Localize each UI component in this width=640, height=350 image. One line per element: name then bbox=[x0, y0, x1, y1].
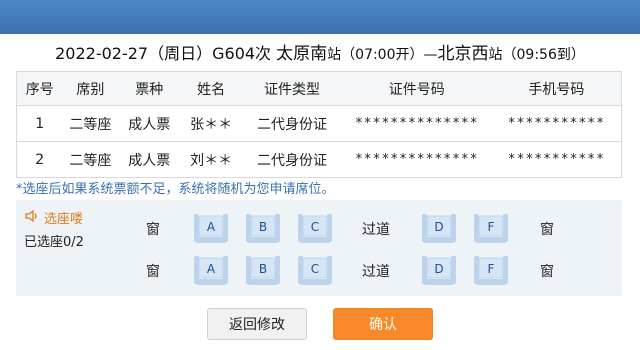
seat-d-button[interactable]: D bbox=[420, 255, 458, 287]
train-date: 2022-02-27（周日）G604次 bbox=[55, 44, 272, 63]
confirm-button[interactable]: 确认 bbox=[333, 308, 433, 340]
seat-a-button[interactable]: A bbox=[192, 255, 230, 287]
speaker-icon bbox=[24, 209, 40, 227]
seat-selection-heading: 选座喽 bbox=[24, 208, 83, 227]
window-label: 窗 bbox=[146, 222, 160, 238]
seat-row-1: 窗 A B C 过道 D F 窗 bbox=[136, 211, 616, 245]
from-time: 站（07:00开）— bbox=[327, 47, 438, 63]
cell-index: 1 bbox=[35, 115, 45, 132]
seat-letter: B bbox=[258, 262, 268, 276]
cell-class: 二等座 bbox=[69, 152, 112, 169]
seat-f-button[interactable]: F bbox=[472, 213, 510, 245]
col-header-ticket-type: 票种 bbox=[135, 81, 164, 98]
back-modify-button[interactable]: 返回修改 bbox=[207, 308, 307, 340]
seat-f-button[interactable]: F bbox=[472, 255, 510, 287]
aisle-label: 过道 bbox=[362, 222, 390, 238]
cell-ticket-type: 成人票 bbox=[128, 152, 171, 169]
seat-letter: D bbox=[434, 262, 444, 276]
cell-phone: *********** bbox=[507, 116, 605, 131]
cell-class: 二等座 bbox=[69, 116, 112, 133]
cell-phone: *********** bbox=[507, 152, 605, 167]
col-header-id-number: 证件号码 bbox=[388, 81, 445, 98]
cell-name: 张＊＊ bbox=[190, 116, 233, 133]
seat-letter: F bbox=[487, 262, 495, 276]
seat-letter: B bbox=[258, 220, 268, 234]
to-time: 站（09:56到） bbox=[488, 47, 585, 63]
seat-letter: C bbox=[310, 262, 320, 276]
cell-id-number: ************** bbox=[354, 116, 479, 131]
seat-letter: F bbox=[487, 220, 495, 234]
top-banner bbox=[0, 0, 640, 34]
seat-c-button[interactable]: C bbox=[296, 255, 334, 287]
seat-d-button[interactable]: D bbox=[420, 213, 458, 245]
seat-letter: A bbox=[206, 262, 216, 276]
window-label: 窗 bbox=[540, 264, 554, 280]
col-header-name: 姓名 bbox=[197, 81, 226, 98]
col-header-phone: 手机号码 bbox=[528, 81, 585, 98]
train-info: 2022-02-27（周日）G604次 太原南站（07:00开）—北京西站（09… bbox=[0, 40, 640, 68]
to-station: 北京西 bbox=[437, 44, 489, 64]
passenger-table: 序号 席别 票种 姓名 证件类型 证件号码 手机号码 1 二等座 成人票 张＊＊… bbox=[16, 71, 622, 178]
window-label: 窗 bbox=[540, 222, 554, 238]
from-station: 太原南 bbox=[276, 44, 328, 64]
cell-index: 2 bbox=[35, 151, 45, 168]
seat-letter: A bbox=[206, 220, 216, 234]
seat-a-button[interactable]: A bbox=[192, 213, 230, 245]
window-label: 窗 bbox=[146, 264, 160, 280]
seat-letter: D bbox=[434, 220, 444, 234]
col-header-class: 席别 bbox=[76, 81, 105, 98]
col-header-id-type: 证件类型 bbox=[263, 81, 320, 98]
cell-name: 刘＊＊ bbox=[190, 152, 233, 169]
cell-id-type: 二代身份证 bbox=[256, 116, 327, 133]
table-row: 2 二等座 成人票 刘＊＊ 二代身份证 ************** *****… bbox=[16, 141, 622, 178]
seat-row-2: 窗 A B C 过道 D F 窗 bbox=[136, 253, 616, 287]
seat-notice: *选座后如果系统票额不足，系统将随机为您申请席位。 bbox=[16, 182, 335, 197]
cell-id-type: 二代身份证 bbox=[256, 152, 327, 169]
col-header-index: 序号 bbox=[25, 81, 54, 98]
seat-selection-title: 选座喽 bbox=[44, 212, 84, 227]
table-row: 1 二等座 成人票 张＊＊ 二代身份证 ************** *****… bbox=[16, 105, 622, 142]
seat-selection-panel: 选座喽 已选座0/2 窗 A B C 过道 D F 窗 窗 A B C 过道 D F 窗 bbox=[16, 200, 622, 296]
table-header-row: 序号 席别 票种 姓名 证件类型 证件号码 手机号码 bbox=[16, 71, 622, 106]
seat-b-button[interactable]: B bbox=[244, 255, 282, 287]
seat-b-button[interactable]: B bbox=[244, 213, 282, 245]
cell-id-number: ************** bbox=[354, 152, 479, 167]
seat-c-button[interactable]: C bbox=[296, 213, 334, 245]
seat-letter: C bbox=[310, 220, 320, 234]
cell-ticket-type: 成人票 bbox=[128, 116, 171, 133]
selected-count: 已选座0/2 bbox=[24, 235, 84, 250]
aisle-label: 过道 bbox=[362, 264, 390, 280]
